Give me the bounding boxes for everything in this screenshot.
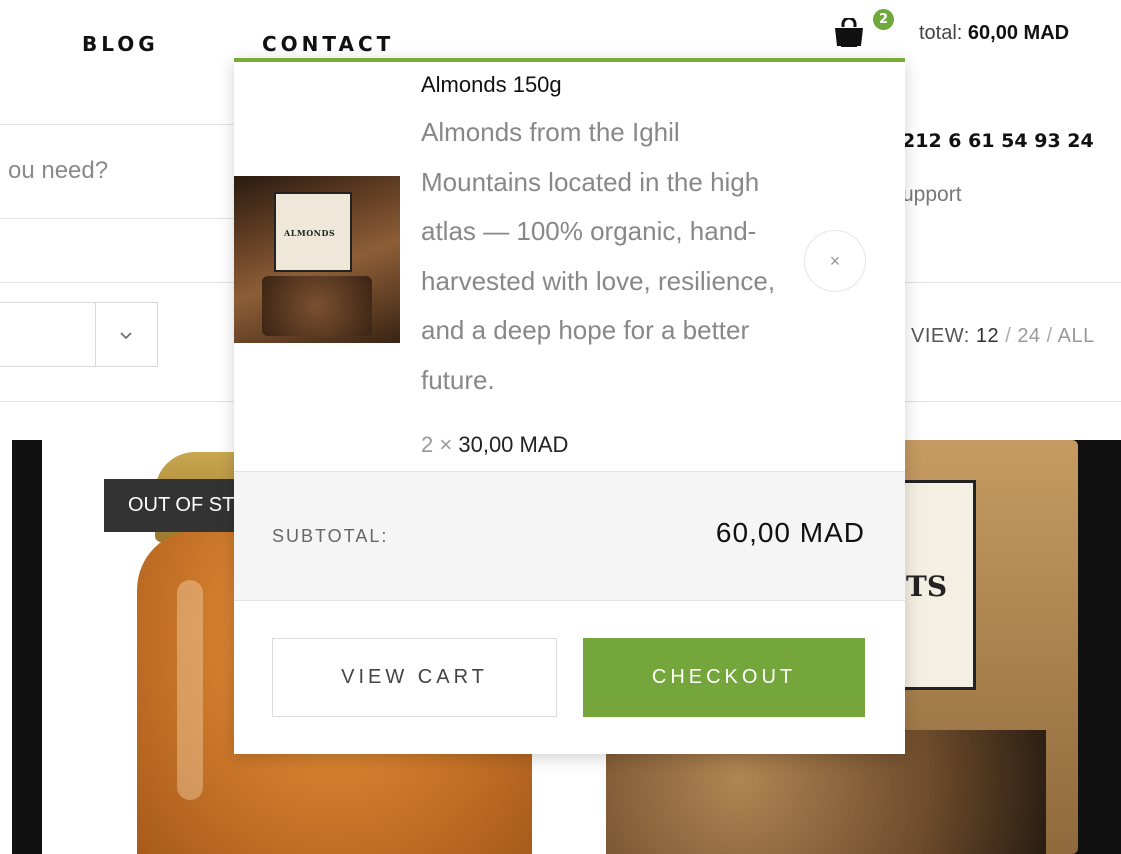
select-divider	[95, 303, 96, 366]
cart-item-name[interactable]: Almonds 150g	[421, 72, 562, 98]
cart-total-prefix: total:	[919, 22, 963, 44]
cart-total-value: 60,00 MAD	[967, 22, 1070, 44]
view-label: VIEW:	[911, 325, 970, 347]
sort-select[interactable]	[0, 302, 158, 367]
cart-count-badge: 2	[873, 9, 894, 30]
image-edge	[12, 440, 42, 854]
cart-item-quantity: 2 × 30,00 MAD	[421, 432, 568, 458]
view-separator: /	[1005, 325, 1012, 347]
subtotal-value: 60,00 MAD	[715, 517, 865, 548]
thumb-label-text: ALMONDS	[284, 228, 336, 238]
subtotal-row: SUBTOTAL: 60,00 MAD	[234, 471, 905, 601]
cart-item-description: Almonds from the Ighil Mountains located…	[421, 117, 776, 395]
remove-item-button[interactable]: ×	[804, 230, 866, 292]
divider	[905, 282, 1121, 283]
view-cart-button[interactable]: VIEW CART	[272, 638, 557, 717]
quantity-value: 2	[421, 432, 434, 457]
nav-link-blog[interactable]: BLOG	[82, 32, 159, 56]
view-option-12[interactable]: 12	[976, 325, 999, 347]
divider	[0, 282, 234, 283]
search-input[interactable]: ou need?	[8, 157, 108, 185]
bag-label-text: TS	[906, 570, 948, 603]
shopping-bag-icon[interactable]	[831, 16, 867, 48]
close-icon: ×	[829, 251, 841, 271]
divider	[0, 218, 234, 219]
chevron-down-icon	[116, 325, 136, 345]
support-label: upport	[902, 183, 962, 206]
view-option-24[interactable]: 24	[1017, 325, 1040, 347]
subtotal-label: SUBTOTAL:	[272, 526, 389, 546]
mini-cart-dropdown: ALMONDS Almonds 150g Almonds from the Ig…	[234, 58, 905, 754]
phone-number: 212 6 61 54 93 24	[902, 130, 1094, 152]
view-option-all[interactable]: ALL	[1058, 325, 1095, 347]
jar-shine	[177, 580, 203, 800]
divider	[0, 124, 234, 125]
out-of-stock-badge: OUT OF ST	[104, 479, 244, 532]
nav-link-contact[interactable]: CONTACT	[262, 32, 394, 56]
view-separator: /	[1046, 325, 1053, 347]
cart-total[interactable]: total: 60,00 MAD	[919, 22, 1069, 45]
thumb-almonds	[262, 276, 372, 336]
cart-item-thumbnail[interactable]: ALMONDS	[234, 176, 400, 343]
times-symbol: ×	[439, 432, 453, 457]
per-page-selector: VIEW: 12 / 24 / ALL	[911, 325, 1095, 348]
checkout-button[interactable]: CHECKOUT	[583, 638, 865, 717]
unit-price: 30,00 MAD	[458, 432, 569, 457]
